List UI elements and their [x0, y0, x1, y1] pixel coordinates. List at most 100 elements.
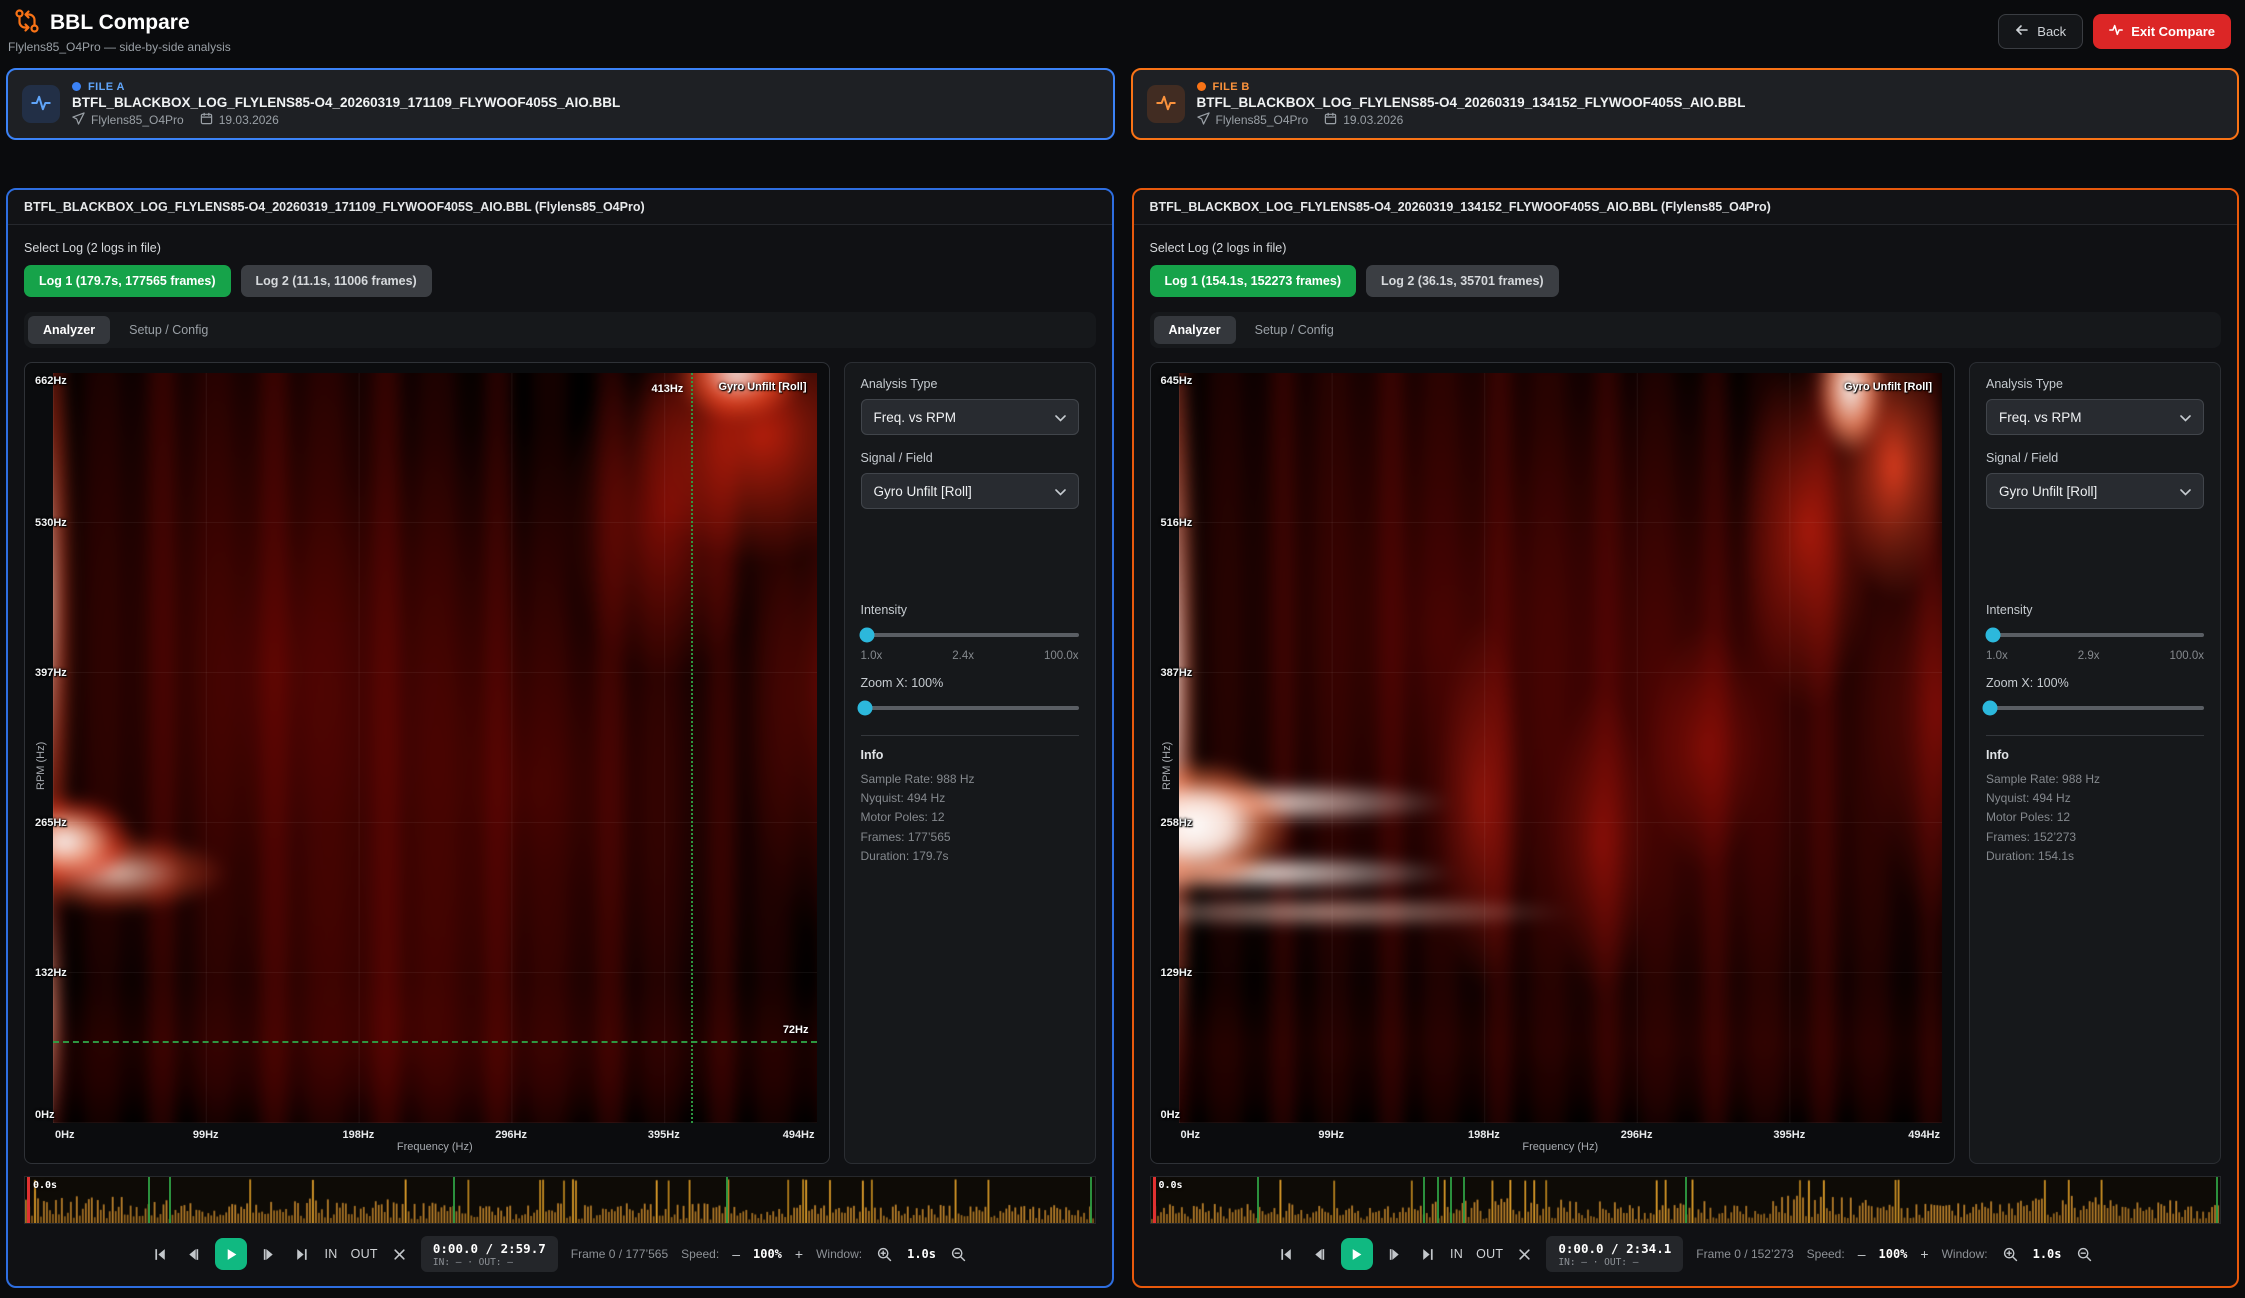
timeline-marker	[148, 1177, 150, 1223]
file-card-a[interactable]: FILE A BTFL_BLACKBOX_LOG_FLYLENS85-O4_20…	[6, 68, 1115, 140]
speed-decrease-button[interactable]: –	[732, 1246, 740, 1262]
log1-button[interactable]: Log 1 (179.7s, 177565 frames)	[24, 265, 231, 297]
in-button[interactable]: IN	[1450, 1247, 1463, 1261]
zoom-x-slider[interactable]	[861, 700, 1079, 715]
file-b-dot-icon	[1197, 82, 1206, 91]
crosshair-x-label: 413Hz	[651, 383, 683, 395]
zoom-in-icon[interactable]	[2001, 1245, 2020, 1264]
analysis-type-select[interactable]: Freq. vs RPM	[861, 399, 1079, 435]
skip-start-button[interactable]	[151, 1245, 170, 1264]
step-back-button[interactable]	[1309, 1245, 1328, 1264]
select-log-label: Select Log (2 logs in file)	[1150, 241, 2222, 255]
file-card-b[interactable]: FILE B BTFL_BLACKBOX_LOG_FLYLENS85-O4_20…	[1131, 68, 2240, 140]
zoom-out-icon[interactable]	[949, 1245, 968, 1264]
transport-bar: IN OUT 0:00.0 / 2:59.7 IN: – · OUT: – Fr…	[24, 1234, 1096, 1274]
speed-value: 100%	[753, 1247, 782, 1261]
slider-thumb[interactable]	[860, 627, 875, 642]
speed-decrease-button[interactable]: –	[1858, 1246, 1866, 1262]
x-tick: 395Hz	[648, 1129, 680, 1141]
intensity-slider[interactable]	[1986, 627, 2204, 642]
x-tick: 198Hz	[1468, 1129, 1500, 1141]
send-icon	[72, 112, 85, 128]
info-frames: Frames: 177’565	[861, 828, 1079, 847]
send-icon	[1197, 112, 1210, 128]
clear-inout-button[interactable]	[1516, 1246, 1533, 1263]
x-tick: 0Hz	[1181, 1129, 1201, 1141]
analyzer-controls: Analysis Type Freq. vs RPM Signal / Fiel…	[1969, 362, 2221, 1164]
chevron-down-icon	[1055, 484, 1066, 499]
playhead[interactable]	[27, 1177, 30, 1223]
info-motor-poles: Motor Poles: 12	[1986, 808, 2204, 827]
info-motor-poles: Motor Poles: 12	[861, 808, 1079, 827]
log2-button[interactable]: Log 2 (11.1s, 11006 frames)	[241, 265, 432, 297]
zoom-in-icon[interactable]	[875, 1245, 894, 1264]
y-tick: 662Hz	[35, 375, 67, 387]
out-button[interactable]: OUT	[351, 1247, 378, 1261]
info-sample-rate: Sample Rate: 988 Hz	[861, 770, 1079, 789]
activity-icon	[1156, 93, 1176, 116]
x-tick: 494Hz	[783, 1129, 815, 1141]
signal-field-label: Signal / Field	[1986, 451, 2204, 465]
timeline-marker	[1450, 1177, 1452, 1223]
time-display: 0:00.0 / 2:34.1 IN: – · OUT: –	[1546, 1236, 1683, 1272]
transport-bar: IN OUT 0:00.0 / 2:34.1 IN: – · OUT: – Fr…	[1150, 1234, 2222, 1274]
zoom-x-slider[interactable]	[1986, 700, 2204, 715]
exit-compare-button[interactable]: Exit Compare	[2093, 14, 2231, 49]
y-axis-label: RPM (Hz)	[1155, 373, 1179, 1159]
x-tick: 99Hz	[1318, 1129, 1344, 1141]
spectrogram-box: RPM (Hz) 645Hz 516Hz 387Hz 258Hz 129Hz 0…	[1150, 362, 1956, 1164]
slider-thumb[interactable]	[857, 700, 872, 715]
intensity-slider[interactable]	[861, 627, 1079, 642]
spectrogram-box: RPM (Hz) 662Hz 530Hz 397Hz 265Hz 132Hz 0…	[24, 362, 830, 1164]
zoom-out-icon[interactable]	[2075, 1245, 2094, 1264]
step-forward-button[interactable]	[260, 1245, 279, 1264]
timeline-marker	[1437, 1177, 1439, 1223]
frame-counter: Frame 0 / 177’565	[571, 1247, 668, 1261]
play-button[interactable]	[215, 1238, 247, 1270]
tab-setup-config[interactable]: Setup / Config	[1240, 316, 1349, 344]
window-value: 1.0s	[2033, 1247, 2062, 1261]
info-title: Info	[861, 748, 1079, 762]
back-button[interactable]: Back	[1998, 14, 2083, 49]
slider-thumb[interactable]	[1983, 700, 1998, 715]
y-tick: 265Hz	[35, 817, 67, 829]
slider-thumb[interactable]	[1985, 627, 2000, 642]
timeline[interactable]: 0.0s	[24, 1176, 1096, 1224]
clear-inout-button[interactable]	[391, 1246, 408, 1263]
file-date: 19.03.2026	[1343, 113, 1403, 127]
skip-end-button[interactable]	[292, 1245, 311, 1264]
window-label: Window:	[1942, 1247, 1988, 1261]
step-back-button[interactable]	[183, 1245, 202, 1264]
calendar-icon	[1324, 112, 1337, 128]
timeline[interactable]: 0.0s	[1150, 1176, 2222, 1224]
spectrogram-plot[interactable]: 662Hz 530Hz 397Hz 265Hz 132Hz 0Hz 413Hz …	[53, 373, 817, 1123]
crosshair-vertical	[691, 373, 693, 1123]
tab-bar: Analyzer Setup / Config	[1150, 312, 2222, 348]
compare-panel-a: BTFL_BLACKBOX_LOG_FLYLENS85-O4_20260319_…	[6, 188, 1114, 1288]
timeline-start-label: 0.0s	[1159, 1180, 1183, 1191]
signal-field-select[interactable]: Gyro Unfilt [Roll]	[1986, 473, 2204, 509]
analysis-type-select[interactable]: Freq. vs RPM	[1986, 399, 2204, 435]
log2-button[interactable]: Log 2 (36.1s, 35701 frames)	[1366, 265, 1559, 297]
log1-button[interactable]: Log 1 (154.1s, 152273 frames)	[1150, 265, 1357, 297]
tab-setup-config[interactable]: Setup / Config	[114, 316, 223, 344]
tab-analyzer[interactable]: Analyzer	[1154, 316, 1236, 344]
in-button[interactable]: IN	[324, 1247, 337, 1261]
speed-increase-button[interactable]: +	[1920, 1246, 1928, 1262]
spectrogram-plot[interactable]: 645Hz 516Hz 387Hz 258Hz 129Hz 0Hz Gyro U…	[1179, 373, 1943, 1123]
y-tick: 258Hz	[1161, 817, 1193, 829]
page-title: BBL Compare	[50, 11, 190, 35]
info-duration: Duration: 154.1s	[1986, 847, 2204, 866]
play-button[interactable]	[1341, 1238, 1373, 1270]
skip-start-button[interactable]	[1277, 1245, 1296, 1264]
speed-increase-button[interactable]: +	[795, 1246, 803, 1262]
skip-end-button[interactable]	[1418, 1245, 1437, 1264]
tab-analyzer[interactable]: Analyzer	[28, 316, 110, 344]
select-log-label: Select Log (2 logs in file)	[24, 241, 1096, 255]
info-sample-rate: Sample Rate: 988 Hz	[1986, 770, 2204, 789]
activity-icon	[2109, 23, 2123, 40]
out-button[interactable]: OUT	[1476, 1247, 1503, 1261]
signal-field-select[interactable]: Gyro Unfilt [Roll]	[861, 473, 1079, 509]
step-forward-button[interactable]	[1386, 1245, 1405, 1264]
playhead[interactable]	[1153, 1177, 1156, 1223]
